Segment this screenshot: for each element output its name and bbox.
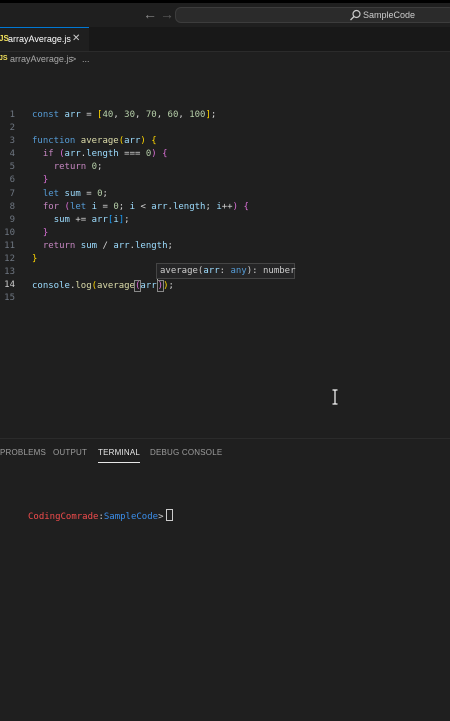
js-file-icon: JS: [0, 55, 8, 62]
code-text: return sum / arr.length;: [42, 240, 173, 251]
code-text: for (let i = 0; i < arr.length; i++) {: [42, 201, 249, 212]
line-number: 3: [9, 136, 15, 147]
code-line: 3 function average(arr) {: [0, 135, 450, 148]
editor-tab-bar: JS arrayAverage.js ✕: [0, 27, 450, 52]
code-text: let sum = 0;: [42, 188, 108, 199]
line-number: 10: [4, 227, 15, 238]
bottom-panel: PROBLEMS OUTPUT TERMINAL DEBUG CONSOLE C…: [0, 438, 450, 721]
chevron-right-icon: >: [71, 54, 77, 64]
code-line: 11 return sum / arr.length;: [0, 240, 450, 253]
code-text: sum += arr[i];: [53, 214, 130, 225]
code-line: 5 return 0;: [0, 161, 450, 174]
code-line: 6 }: [0, 174, 450, 187]
forward-arrow-icon[interactable]: →: [160, 7, 174, 21]
prompt-user: CodingComrade: [28, 512, 99, 522]
tab-terminal[interactable]: TERMINAL: [98, 448, 141, 463]
hint-type: any: [230, 266, 247, 276]
line-number: 6: [9, 175, 15, 186]
code-line: 8 for (let i = 0; i < arr.length; i++) {: [0, 201, 450, 214]
code-text: }: [42, 227, 49, 238]
code-text: }: [42, 175, 49, 186]
hint-function: average(: [160, 266, 204, 276]
code-line-active: 14 console.log(average(arr));: [0, 279, 450, 293]
breadcrumb-file[interactable]: arrayAverage.js: [10, 54, 73, 64]
hint-colon: :: [219, 266, 231, 276]
line-number: 14: [4, 280, 15, 291]
command-center-search[interactable]: SampleCode: [175, 7, 450, 23]
breadcrumb-symbols[interactable]: ...: [82, 54, 90, 64]
line-number: 15: [4, 293, 15, 304]
text-cursor-ibeam-icon: [332, 389, 338, 405]
code-line: 4 if (arr.length === 0) {: [0, 148, 450, 161]
close-icon[interactable]: ✕: [72, 33, 80, 44]
line-number: 8: [9, 201, 15, 212]
code-text: console.log(average(arr));: [32, 279, 174, 293]
line-number: 4: [9, 149, 15, 160]
line-number: 7: [9, 188, 15, 199]
search-label: SampleCode: [363, 10, 416, 20]
title-bar: ← → SampleCode: [0, 3, 450, 27]
hint-param: arr: [203, 266, 220, 276]
line-number: 1: [9, 110, 15, 120]
line-number: 9: [9, 214, 15, 225]
code-text: function average(arr) {: [32, 136, 157, 147]
tab-label: arrayAverage.js: [8, 34, 71, 44]
tab-array-average[interactable]: JS arrayAverage.js ✕: [0, 27, 89, 51]
code-line: 2: [0, 122, 450, 135]
terminal-prompt[interactable]: CodingComrade:SampleCode>: [28, 509, 174, 523]
back-arrow-icon[interactable]: ←: [143, 7, 157, 21]
prompt-symbol: >: [158, 512, 164, 522]
search-icon: [350, 9, 361, 21]
code-text: return 0;: [53, 162, 103, 173]
tab-output[interactable]: OUTPUT: [53, 448, 87, 457]
code-text: }: [32, 254, 38, 265]
code-line: 9 sum += arr[i];: [0, 214, 450, 227]
terminal-cursor: [166, 509, 174, 521]
code-line: 1 const arr = [40, 30, 70, 60, 100];: [0, 109, 450, 122]
tab-debug-console[interactable]: DEBUG CONSOLE: [150, 448, 222, 457]
code-line: 10 }: [0, 227, 450, 240]
code-text: if (arr.length === 0) {: [42, 149, 168, 160]
code-line: 7 let sum = 0;: [0, 188, 450, 201]
line-number: 13: [4, 267, 15, 278]
hint-return: ): number: [246, 266, 296, 276]
line-number: 2: [9, 123, 15, 134]
code-line: 15: [0, 292, 450, 305]
prompt-path: SampleCode: [103, 512, 159, 522]
line-number: 12: [4, 254, 15, 265]
code-text: const arr = [40, 30, 70, 60, 100];: [32, 110, 217, 120]
line-number: 11: [4, 240, 15, 251]
line-number: 5: [9, 162, 15, 173]
tab-problems[interactable]: PROBLEMS: [0, 448, 46, 457]
parameter-hint-tooltip: average(arr: any): number: [156, 263, 296, 279]
